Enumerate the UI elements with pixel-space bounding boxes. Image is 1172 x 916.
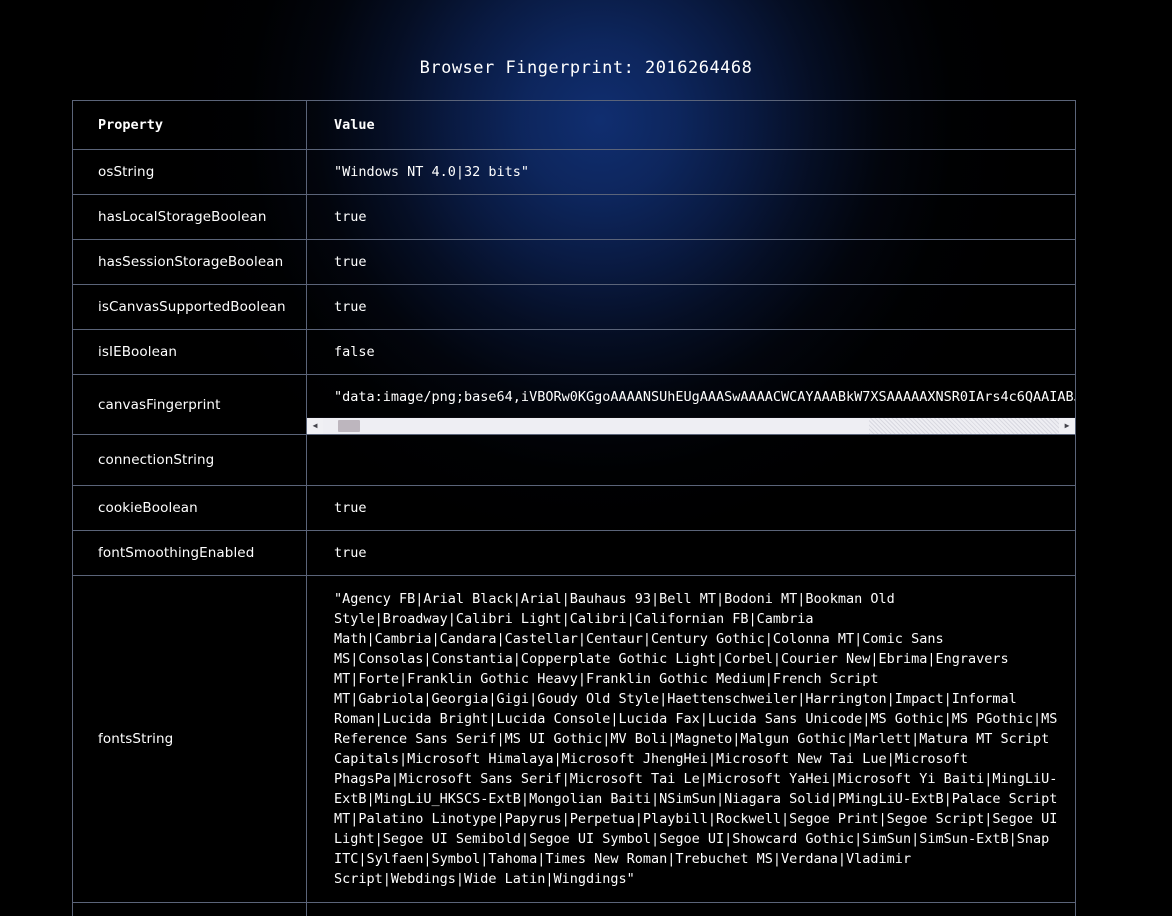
fingerprint-table: Property Value osString "Windows NT 4.0|… <box>72 100 1076 916</box>
table-row: cookieEnabled true <box>73 903 1076 916</box>
property-name: connectionString <box>73 435 307 486</box>
property-name: hasSessionStorageBoolean <box>73 240 307 285</box>
table-row: hasLocalStorageBoolean true <box>73 195 1076 240</box>
scrollbar-track[interactable] <box>323 418 1059 434</box>
table-row: hasSessionStorageBoolean true <box>73 240 1076 285</box>
property-name: cookieEnabled <box>73 903 307 916</box>
property-value-scroll-container: "data:image/png;base64,iVBORw0KGgoAAAANS… <box>307 375 1076 435</box>
table-row-canvas-fingerprint: canvasFingerprint "data:image/png;base64… <box>73 375 1076 435</box>
scrollbar-thumb[interactable] <box>338 420 360 432</box>
scrollbar-texture <box>869 418 1059 434</box>
table-row: isIEBoolean false <box>73 330 1076 375</box>
canvas-fingerprint-scroll-area: "data:image/png;base64,iVBORw0KGgoAAAANS… <box>307 375 1075 434</box>
column-header-property: Property <box>73 101 307 150</box>
table-head: Property Value <box>73 101 1076 150</box>
fingerprint-page: Browser Fingerprint: 2016264468 Property… <box>0 0 1172 916</box>
table-header-row: Property Value <box>73 101 1076 150</box>
property-name: fontsString <box>73 576 307 903</box>
property-name: isIEBoolean <box>73 330 307 375</box>
table-row: connectionString <box>73 435 1076 486</box>
property-name: canvasFingerprint <box>73 375 307 435</box>
horizontal-scrollbar[interactable]: ◀ ▶ <box>307 417 1075 434</box>
table-row: fontSmoothingEnabled true <box>73 531 1076 576</box>
property-name: osString <box>73 150 307 195</box>
property-value <box>307 435 1076 486</box>
table-row: cookieBoolean true <box>73 486 1076 531</box>
scroll-left-arrow-icon[interactable]: ◀ <box>307 418 323 434</box>
property-value: "Agency FB|Arial Black|Arial|Bauhaus 93|… <box>307 576 1076 903</box>
property-value: "Windows NT 4.0|32 bits" <box>307 150 1076 195</box>
property-name: cookieBoolean <box>73 486 307 531</box>
table-row-fonts: fontsString "Agency FB|Arial Black|Arial… <box>73 576 1076 903</box>
page-title: Browser Fingerprint: 2016264468 <box>0 58 1172 78</box>
property-value: true <box>307 195 1076 240</box>
property-name: isCanvasSupportedBoolean <box>73 285 307 330</box>
table-row: osString "Windows NT 4.0|32 bits" <box>73 150 1076 195</box>
property-value: true <box>307 903 1076 916</box>
property-value: true <box>307 531 1076 576</box>
table-row: isCanvasSupportedBoolean true <box>73 285 1076 330</box>
column-header-value: Value <box>307 101 1076 150</box>
property-value: true <box>307 240 1076 285</box>
property-value: true <box>307 486 1076 531</box>
property-value: true <box>307 285 1076 330</box>
table-body: osString "Windows NT 4.0|32 bits" hasLoc… <box>73 150 1076 916</box>
property-value: "data:image/png;base64,iVBORw0KGgoAAAANS… <box>307 375 1075 417</box>
property-name: fontSmoothingEnabled <box>73 531 307 576</box>
property-value: false <box>307 330 1076 375</box>
scroll-right-arrow-icon[interactable]: ▶ <box>1059 418 1075 434</box>
property-name: hasLocalStorageBoolean <box>73 195 307 240</box>
